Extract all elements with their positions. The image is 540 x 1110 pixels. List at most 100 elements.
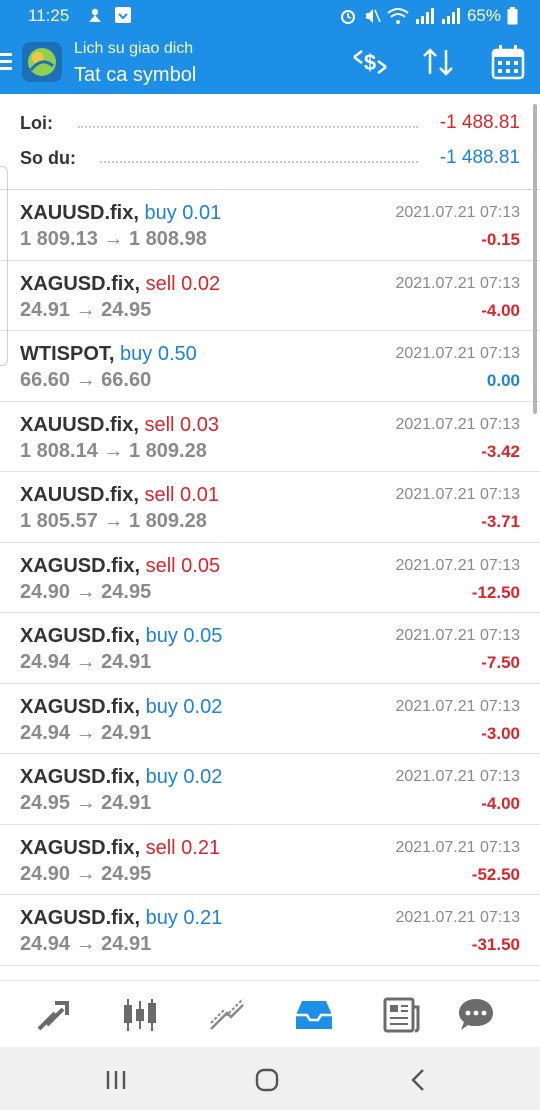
dotted-leader: [100, 161, 418, 164]
history-icon[interactable]: [294, 995, 334, 1035]
app-bar: 11:25 65% Lich su giao dich Tat ca symbo…: [0, 0, 540, 94]
trade-volume: sell 0.01: [144, 484, 219, 506]
trade-row[interactable]: XAGUSD.fix, buy 0.21 24.94 → 24.91 2021.07…: [0, 895, 540, 966]
trade-row[interactable]: XAGUSD.fix, buy 0.112021.07.21 07:13: [0, 966, 540, 981]
metatrader-logo-icon: [22, 42, 62, 82]
trade-row[interactable]: XAGUSD.fix, sell 0.21 24.90 → 24.95 2021.0…: [0, 825, 540, 895]
news-icon[interactable]: [381, 995, 421, 1035]
trade-prices: 1 809.13 → 1 808.98: [20, 228, 207, 250]
trade-volume: sell 0.05: [145, 554, 221, 577]
trade-symbol-name: XAGUSD.fix,: [20, 695, 141, 718]
battery-percent: 65%: [466, 6, 501, 25]
chat-icon[interactable]: [456, 995, 496, 1035]
sort-icon[interactable]: [418, 42, 458, 82]
trade-profit: -4.00: [481, 300, 520, 320]
currency-exchange-icon[interactable]: $: [350, 42, 390, 82]
recent-apps-icon[interactable]: [101, 1065, 131, 1095]
trade-prices: 1 808.14 → 1 809.28: [20, 439, 207, 462]
trade-history-list[interactable]: XAUUSD.fix, buy 0.01 1 809.13 → 1 808.98 2…: [0, 190, 540, 980]
trade-time: 2021.07.21 07:13: [395, 768, 520, 785]
trade-volume: sell 0.03: [144, 413, 219, 436]
trade-symbol-name: XAUUSD.fix,: [20, 413, 139, 436]
trade-symbol-name: WTISPOT,: [20, 343, 115, 365]
trade-symbol-name: XAUUSD.fix,: [20, 484, 139, 506]
trade-volume: buy 0.01: [144, 202, 222, 224]
trade-symbol-name: XAGUSD.fix,: [20, 554, 141, 577]
trade-symbol: WTISPOT, buy 0.50: [20, 343, 197, 366]
home-icon[interactable]: [252, 1065, 282, 1095]
mute-icon: [365, 9, 381, 23]
trade-prices: 24.94 → 24.91: [20, 651, 152, 673]
trade-volume: buy 0.21: [145, 907, 223, 929]
trade-volume: buy 0.02: [145, 766, 223, 788]
status-time: 11:25: [28, 6, 70, 25]
trade-time: 2021.07.21 07:13: [395, 204, 520, 221]
trade-row[interactable]: XAUUSD.fix, sell 0.01 1 805.57 → 1 809.28…: [0, 472, 540, 543]
trade-symbol-name: XAUUSD.fix,: [20, 202, 139, 224]
trade-symbol: XAGUSD.fix, sell 0.21: [20, 837, 220, 860]
trade-profit: -31.50: [471, 935, 520, 954]
trade-symbol: XAGUSD.fix, sell 0.05: [20, 555, 220, 578]
trade-profit: 0.00: [486, 371, 520, 390]
trade-symbol: XAGUSD.fix, buy 0.02: [20, 766, 222, 789]
trade-profit: -3.71: [481, 512, 520, 531]
trade-prices: 24.95 → 24.91: [20, 792, 152, 814]
trade-profit: -3.42: [481, 441, 520, 461]
trade-volume: buy 0.02: [145, 695, 223, 718]
trade-symbol: XAUUSD.fix, sell 0.01: [20, 484, 219, 507]
trade-row[interactable]: XAGUSD.fix, buy 0.02 24.95 → 24.91 2021.07…: [0, 754, 540, 825]
trade-prices: 1 805.57 → 1 809.28: [20, 510, 207, 532]
trade-profit: -12.50: [471, 582, 520, 602]
trade-row[interactable]: XAUUSD.fix, sell 0.03 1 808.14 → 1 809.28…: [0, 402, 540, 472]
trade-prices: 24.90 → 24.95: [20, 862, 152, 885]
trade-row[interactable]: XAGUSD.fix, buy 0.02 24.94 → 24.91 2021.07…: [0, 684, 540, 754]
menu-icon[interactable]: [0, 50, 14, 74]
trade-profit: -4.00: [481, 794, 520, 813]
trade-volume: sell 0.21: [145, 836, 221, 859]
account-summary: Loi: -1 488.81 So du: -1 488.81: [0, 94, 540, 190]
balance-row: So du: -1 488.81: [0, 144, 540, 174]
trade-symbol-name: XAGUSD.fix,: [20, 836, 141, 859]
notification-icon: [89, 8, 101, 22]
trade-time: 2021.07.21 07:13: [395, 838, 520, 856]
trade-prices: 66.60 → 66.60: [20, 369, 152, 391]
trade-time: 2021.07.21 07:13: [395, 274, 520, 292]
alarm-icon: [340, 10, 355, 24]
trade-row[interactable]: XAGUSD.fix, sell 0.05 24.90 → 24.95 2021.0…: [0, 543, 540, 613]
quotes-icon[interactable]: [33, 995, 73, 1035]
system-nav-bar: [0, 1047, 540, 1110]
trade-symbol-name: XAGUSD.fix,: [20, 272, 141, 295]
trade-row[interactable]: XAGUSD.fix, sell 0.02 24.91 → 24.95 2021.0…: [0, 261, 540, 331]
chart-icon[interactable]: [120, 995, 160, 1035]
trade-prices: 24.90 → 24.95: [20, 580, 152, 603]
symbol-filter[interactable]: Tat ca symbol: [74, 64, 196, 87]
trade-time: 2021.07.21 07:13: [395, 415, 520, 433]
trade-row[interactable]: WTISPOT, buy 0.50 66.60 → 66.60 2021.07.21…: [0, 331, 540, 402]
trade-row[interactable]: XAUUSD.fix, buy 0.01 1 809.13 → 1 808.98 2…: [0, 190, 540, 261]
trade-time: 2021.07.21 07:13: [395, 697, 520, 715]
back-icon[interactable]: [404, 1065, 434, 1095]
trade-row[interactable]: XAGUSD.fix, buy 0.05 24.94 → 24.91 2021.07…: [0, 613, 540, 684]
trade-profit: -3.00: [481, 723, 520, 743]
edge-panel-handle[interactable]: [0, 166, 8, 366]
trade-prices: 24.91 → 24.95: [20, 298, 152, 321]
trade-symbol: XAUUSD.fix, buy 0.01: [20, 202, 221, 225]
app-screen: 11:25 65% Lich su giao dich Tat ca symbo…: [0, 0, 540, 1110]
battery-icon: [507, 7, 518, 25]
balance-value: -1 488.81: [439, 147, 520, 168]
svg-text:$: $: [364, 50, 376, 75]
scrollbar[interactable]: [533, 104, 537, 414]
trade-volume: buy 0.50: [120, 343, 197, 365]
calendar-icon[interactable]: [488, 42, 528, 82]
trade-prices: 24.94 → 24.91: [20, 721, 152, 744]
trade-time: 2021.07.21 07:13: [395, 909, 520, 926]
trade-symbol: XAGUSD.fix, buy 0.21: [20, 907, 222, 930]
signal-icon: [415, 8, 434, 24]
app-title: Lich su giao dich: [74, 40, 194, 57]
trade-icon[interactable]: [207, 995, 247, 1035]
profit-value: -1 488.81: [439, 112, 520, 133]
trade-symbol-name: XAGUSD.fix,: [20, 766, 141, 788]
trade-prices: 24.94 → 24.91: [20, 933, 152, 955]
trade-time: 2021.07.21 07:13: [395, 556, 520, 574]
trade-symbol-name: XAGUSD.fix,: [20, 907, 141, 929]
